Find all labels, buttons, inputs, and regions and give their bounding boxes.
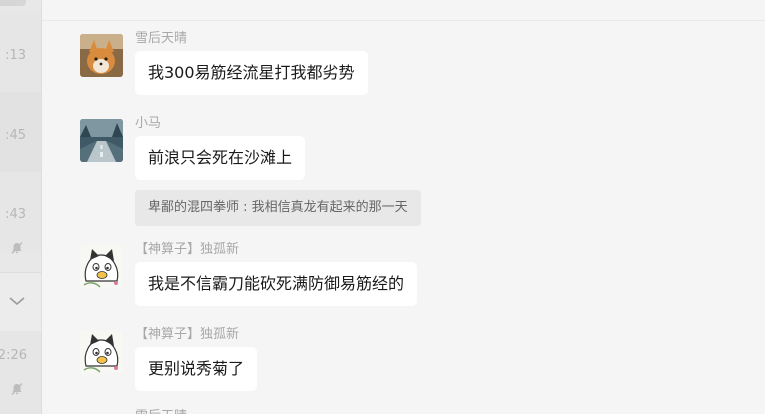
session-item[interactable]: :43 — [0, 172, 41, 254]
road-avatar[interactable] — [80, 119, 123, 162]
session-item[interactable]: 2:26 — [0, 331, 41, 414]
message-bubble[interactable]: 前浪只会死在沙滩上 — [135, 136, 306, 180]
message-bubble[interactable]: 更别说秀菊了 — [135, 347, 258, 391]
chat-window: :13 :45 :43 2:26 雪后天晴 我300易筋经流星打我都劣势 小马 … — [0, 0, 765, 414]
sender-name: 雪后天晴 — [135, 31, 188, 46]
session-time: :43 — [5, 207, 26, 222]
mute-bell-icon — [10, 381, 24, 395]
message-bubble[interactable]: 我300易筋经流星打我都劣势 — [135, 51, 368, 95]
divider — [42, 20, 765, 21]
sender-name: 小马 — [135, 116, 162, 131]
message-area[interactable]: 雪后天晴 我300易筋经流星打我都劣势 小马 前浪只会死在沙滩上 卑鄙的混四拳师… — [42, 0, 765, 414]
sender-name: 雪后天晴 — [135, 405, 187, 414]
quoted-reply[interactable]: 卑鄙的混四拳师 : 我相信真龙有起来的那一天 — [135, 190, 421, 226]
mute-bell-icon — [10, 240, 24, 254]
session-time: :45 — [5, 128, 26, 143]
message-bubble[interactable]: 我是不信霸刀能砍死满防御易筋经的 — [135, 262, 418, 306]
sender-name: 【神算子】独孤新 — [135, 242, 240, 257]
session-list-top-tab[interactable] — [0, 0, 26, 6]
collapse-toggle[interactable] — [0, 272, 41, 332]
session-item[interactable]: :45 — [0, 92, 41, 172]
session-item[interactable]: :13 — [0, 12, 41, 92]
cartoon-cat-avatar[interactable] — [80, 245, 123, 288]
chevron-down-icon — [9, 297, 25, 306]
sender-name: 【神算子】独孤新 — [135, 327, 240, 342]
fox-avatar[interactable] — [80, 34, 123, 77]
session-time: 2:26 — [0, 348, 27, 363]
cartoon-cat-avatar[interactable] — [80, 330, 123, 373]
session-time: :13 — [5, 48, 26, 63]
session-list: :13 :45 :43 2:26 — [0, 0, 42, 414]
